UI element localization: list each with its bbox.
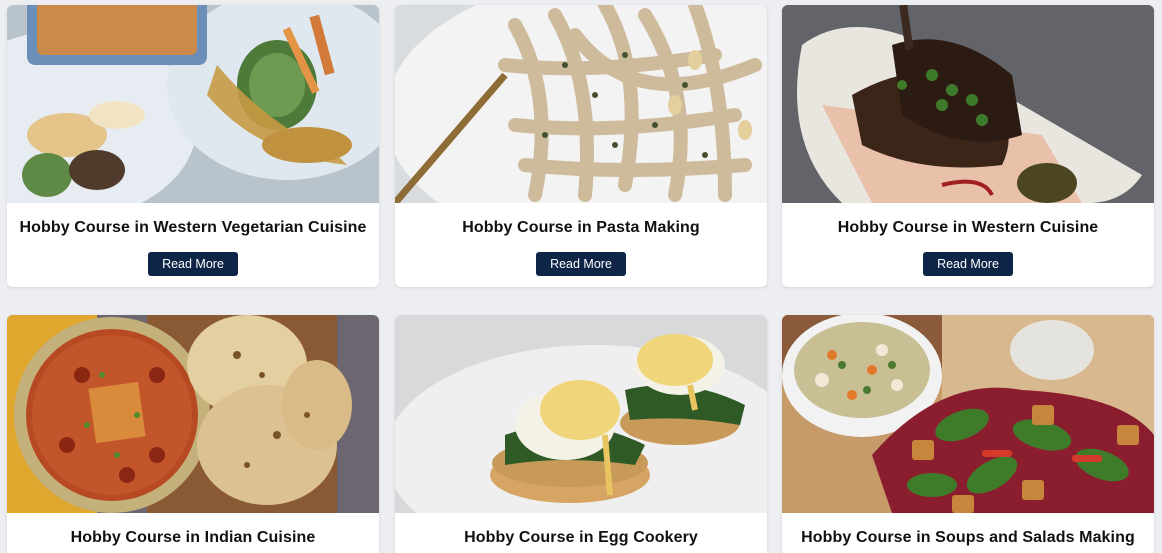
course-card: Hobby Course in Pasta Making Read More — [395, 5, 767, 287]
course-grid: Hobby Course in Western Vegetarian Cuisi… — [0, 0, 1162, 553]
course-title: Hobby Course in Pasta Making — [462, 219, 700, 236]
course-title: Hobby Course in Egg Cookery — [464, 529, 698, 546]
course-card: Hobby Course in Egg Cookery — [395, 315, 767, 553]
read-more-button[interactable]: Read More — [923, 252, 1013, 276]
course-title: Hobby Course in Indian Cuisine — [70, 529, 316, 546]
read-more-button[interactable]: Read More — [536, 252, 626, 276]
read-more-button[interactable]: Read More — [148, 252, 238, 276]
course-card: Hobby Course in Western Vegetarian Cuisi… — [7, 5, 379, 287]
curry-and-paratha-photo[interactable] — [7, 315, 379, 513]
course-title: Hobby Course in Western Vegetarian Cuisi… — [19, 219, 367, 236]
course-title: Hobby Course in Soups and Salads Making — [801, 529, 1135, 546]
course-card: Hobby Course in Indian Cuisine — [7, 315, 379, 553]
roasted-vegetables-photo[interactable] — [7, 5, 379, 203]
course-card: Hobby Course in Soups and Salads Making — [782, 315, 1154, 553]
eggs-benedict-photo[interactable] — [395, 315, 767, 513]
soup-and-salad-photo[interactable] — [782, 315, 1154, 513]
course-title: Hobby Course in Western Cuisine — [837, 219, 1099, 236]
pesto-fettuccine-photo[interactable] — [395, 5, 767, 203]
course-card: Hobby Course in Western Cuisine Read Mor… — [782, 5, 1154, 287]
lamb-rack-photo[interactable] — [782, 5, 1154, 203]
